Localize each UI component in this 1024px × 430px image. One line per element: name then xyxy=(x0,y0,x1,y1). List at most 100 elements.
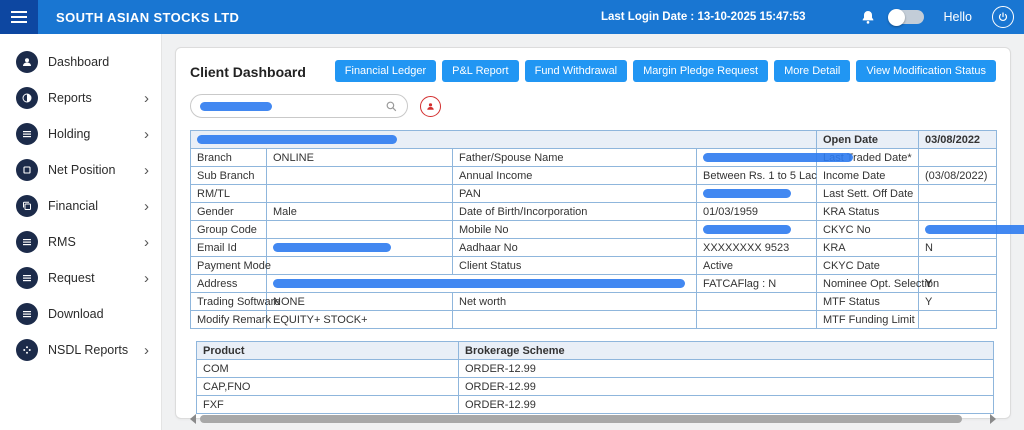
table-cell: Active xyxy=(697,257,817,275)
table-cell: Between Rs. 1 to 5 Lac xyxy=(697,167,817,185)
hamburger-menu-button[interactable] xyxy=(0,0,38,34)
toggle-knob xyxy=(888,9,905,26)
horizontal-scrollbar xyxy=(190,414,996,424)
sidebar-item-rms[interactable]: RMS › xyxy=(0,224,161,260)
table-cell: MTF Funding Limit xyxy=(817,311,919,329)
redacted-text xyxy=(703,153,853,162)
table-cell xyxy=(697,311,817,329)
table-cell: 01/03/1959 xyxy=(697,203,817,221)
table-cell: NONE xyxy=(267,293,453,311)
financial-ledger-button[interactable]: Financial Ledger xyxy=(335,60,436,82)
redacted-text xyxy=(925,225,1024,234)
redacted-text xyxy=(703,189,791,198)
redacted-text xyxy=(703,225,791,234)
table-cell: Male xyxy=(267,203,453,221)
more-detail-button[interactable]: More Detail xyxy=(774,60,850,82)
sidebar-item-holding[interactable]: Holding › xyxy=(0,116,161,152)
copy-icon xyxy=(16,195,38,217)
last-login-date: Last Login Date : 13-10-2025 15:47:53 xyxy=(601,11,806,23)
fund-withdrawal-button[interactable]: Fund Withdrawal xyxy=(525,60,628,82)
table-cell: XXXXXXXX 9523 xyxy=(697,239,817,257)
page-title: Client Dashboard xyxy=(190,60,306,80)
top-bar: SOUTH ASIAN STOCKS LTD Last Login Date :… xyxy=(0,0,1024,34)
user-icon xyxy=(16,51,38,73)
table-cell: FATCAFlag : N xyxy=(697,275,817,293)
table-cell: PAN xyxy=(453,185,697,203)
table-cell: 03/08/2022 xyxy=(919,131,997,149)
notification-bell-icon[interactable] xyxy=(860,9,876,25)
table-cell-redacted xyxy=(697,185,817,203)
scrollbar-track[interactable] xyxy=(200,415,986,423)
table-cell: Annual Income xyxy=(453,167,697,185)
table-cell xyxy=(267,185,453,203)
sidebar-item-label: Net Position xyxy=(48,163,115,177)
product-brokerage-table: ProductBrokerage SchemeCOMORDER-12.99CAP… xyxy=(196,341,994,414)
table-cell: CKYC Date xyxy=(817,257,919,275)
pl-report-button[interactable]: P&L Report xyxy=(442,60,518,82)
table-cell: Trading Software xyxy=(191,293,267,311)
table-cell xyxy=(267,167,453,185)
table-cell-redacted xyxy=(697,149,817,167)
table-cell xyxy=(919,203,997,221)
client-search-input[interactable] xyxy=(190,94,408,118)
sidebar-item-nsdl-reports[interactable]: NSDL Reports › xyxy=(0,332,161,368)
sidebar-item-net-position[interactable]: Net Position › xyxy=(0,152,161,188)
sidebar-item-label: RMS xyxy=(48,235,76,249)
table-cell xyxy=(919,149,997,167)
table-cell xyxy=(919,257,997,275)
sidebar-item-request[interactable]: Request › xyxy=(0,260,161,296)
theme-toggle-switch[interactable] xyxy=(890,10,924,24)
table-cell xyxy=(697,293,817,311)
table-cell: KRA Status xyxy=(817,203,919,221)
client-badge-icon[interactable] xyxy=(420,96,441,117)
sidebar-item-financial[interactable]: Financial › xyxy=(0,188,161,224)
sidebar-item-download[interactable]: Download xyxy=(0,296,161,332)
sidebar: Dashboard Reports › Holding › Net Positi… xyxy=(0,34,162,430)
table-cell: (03/08/2022) xyxy=(919,167,997,185)
table-cell: ORDER-12.99 xyxy=(459,378,994,396)
chevron-right-icon: › xyxy=(144,163,149,178)
table-cell: Date of Birth/Incorporation xyxy=(453,203,697,221)
table-cell: ONLINE xyxy=(267,149,453,167)
table-cell-redacted xyxy=(697,221,817,239)
table-cell: MTF Status xyxy=(817,293,919,311)
scrollbar-thumb[interactable] xyxy=(200,415,962,423)
table-cell: Client Status xyxy=(453,257,697,275)
client-dashboard-card: Client Dashboard Financial Ledger P&L Re… xyxy=(175,47,1011,419)
table-cell: Email Id xyxy=(191,239,267,257)
redacted-text xyxy=(273,279,685,288)
table-cell: EQUITY+ STOCK+ xyxy=(267,311,453,329)
sidebar-item-dashboard[interactable]: Dashboard xyxy=(0,44,161,80)
sidebar-item-label: Download xyxy=(48,307,104,321)
scroll-right-arrow-icon[interactable] xyxy=(990,414,996,424)
power-logout-icon[interactable] xyxy=(992,6,1014,28)
list-icon xyxy=(16,231,38,253)
greeting-text: Hello xyxy=(944,10,973,24)
scroll-left-arrow-icon[interactable] xyxy=(190,414,196,424)
square-icon xyxy=(16,159,38,181)
table-cell-redacted xyxy=(267,275,697,293)
main-content: Client Dashboard Financial Ledger P&L Re… xyxy=(162,34,1024,430)
table-cell xyxy=(267,221,453,239)
table-cell: Product xyxy=(197,342,459,360)
pie-icon xyxy=(16,87,38,109)
table-cell: Last Sett. Off Date xyxy=(817,185,919,203)
chevron-right-icon: › xyxy=(144,127,149,142)
table-cell: Brokerage Scheme xyxy=(459,342,994,360)
view-modification-status-button[interactable]: View Modification Status xyxy=(856,60,996,82)
hamburger-icon xyxy=(11,8,27,26)
table-cell xyxy=(919,311,997,329)
redacted-search-text xyxy=(200,102,272,111)
table-cell: Y xyxy=(919,275,997,293)
table-cell-redacted xyxy=(919,221,997,239)
table-cell-redacted xyxy=(267,239,453,257)
margin-pledge-request-button[interactable]: Margin Pledge Request xyxy=(633,60,768,82)
table-cell: Y xyxy=(919,293,997,311)
sidebar-item-reports[interactable]: Reports › xyxy=(0,80,161,116)
table-cell: CAP,FNO xyxy=(197,378,459,396)
list-icon xyxy=(16,267,38,289)
table-cell: Modify Remark xyxy=(191,311,267,329)
table-cell: Gender xyxy=(191,203,267,221)
redacted-text xyxy=(273,243,391,252)
chevron-right-icon: › xyxy=(144,235,149,250)
